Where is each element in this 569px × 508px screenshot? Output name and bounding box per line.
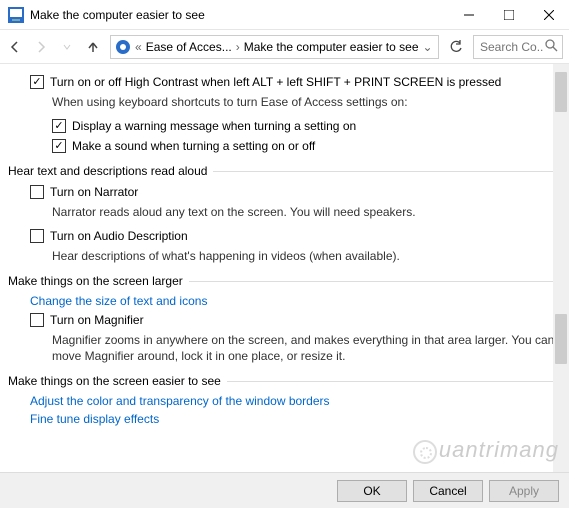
- search-icon: [545, 39, 559, 56]
- checkbox-high-contrast[interactable]: [30, 75, 44, 89]
- breadcrumb[interactable]: « Ease of Acces... › Make the computer e…: [110, 35, 439, 59]
- close-button[interactable]: [529, 0, 569, 30]
- recent-dropdown-icon[interactable]: [58, 38, 76, 56]
- checkbox-label: Display a warning message when turning a…: [72, 118, 356, 134]
- description-text: Magnifier zooms in anywhere on the scree…: [52, 332, 557, 364]
- content-area: Turn on or off High Contrast when left A…: [0, 64, 569, 472]
- checkbox-row[interactable]: Turn on Narrator: [30, 184, 557, 200]
- divider: [227, 381, 557, 382]
- apply-button[interactable]: Apply: [489, 480, 559, 502]
- scrollbar[interactable]: [553, 64, 569, 472]
- checkbox-label: Make a sound when turning a setting on o…: [72, 138, 315, 154]
- checkbox-row[interactable]: Turn on Audio Description: [30, 228, 557, 244]
- description-text: When using keyboard shortcuts to turn Ea…: [52, 94, 557, 110]
- checkbox-magnifier[interactable]: [30, 313, 44, 327]
- group-header: Hear text and descriptions read aloud: [8, 164, 207, 178]
- group-header: Make things on the screen easier to see: [8, 374, 221, 388]
- chevron-right-icon: ›: [236, 40, 240, 54]
- checkbox-row[interactable]: Make a sound when turning a setting on o…: [52, 138, 557, 154]
- footer: OK Cancel Apply: [0, 472, 569, 508]
- ok-button[interactable]: OK: [337, 480, 407, 502]
- scrollbar-thumb[interactable]: [555, 314, 567, 364]
- cancel-button[interactable]: Cancel: [413, 480, 483, 502]
- description-text: Narrator reads aloud any text on the scr…: [52, 204, 557, 220]
- nav-row: « Ease of Acces... › Make the computer e…: [0, 30, 569, 64]
- checkbox-audio-description[interactable]: [30, 229, 44, 243]
- checkbox-label: Turn on or off High Contrast when left A…: [50, 74, 501, 90]
- description-text: Hear descriptions of what's happening in…: [52, 248, 557, 264]
- up-button[interactable]: [84, 38, 102, 56]
- group-larger: Make things on the screen larger Change …: [8, 274, 557, 364]
- group-header: Make things on the screen larger: [8, 274, 183, 288]
- checkbox-warning[interactable]: [52, 119, 66, 133]
- refresh-button[interactable]: [447, 38, 465, 56]
- window-title: Make the computer easier to see: [30, 8, 449, 22]
- checkbox-sound[interactable]: [52, 139, 66, 153]
- checkbox-label: Turn on Magnifier: [50, 312, 144, 328]
- link-display-effects[interactable]: Fine tune display effects: [30, 412, 557, 426]
- link-change-text-size[interactable]: Change the size of text and icons: [30, 294, 557, 308]
- app-icon: [8, 7, 24, 23]
- scrollbar-thumb[interactable]: [555, 72, 567, 112]
- breadcrumb-item[interactable]: Make the computer easier to see: [244, 40, 419, 54]
- group-easier: Make things on the screen easier to see …: [8, 374, 557, 426]
- checkbox-label: Turn on Audio Description: [50, 228, 188, 244]
- control-panel-icon: [115, 37, 131, 57]
- maximize-button[interactable]: [489, 0, 529, 30]
- divider: [189, 281, 557, 282]
- title-bar: Make the computer easier to see: [0, 0, 569, 30]
- checkbox-row[interactable]: Turn on or off High Contrast when left A…: [30, 74, 557, 90]
- checkbox-narrator[interactable]: [30, 185, 44, 199]
- chevron-left-icon: «: [135, 40, 142, 54]
- group-narration: Hear text and descriptions read aloud Tu…: [8, 164, 557, 264]
- forward-button[interactable]: [32, 38, 50, 56]
- checkbox-row[interactable]: Turn on Magnifier: [30, 312, 557, 328]
- breadcrumb-item[interactable]: Ease of Acces...: [146, 40, 232, 54]
- minimize-button[interactable]: [449, 0, 489, 30]
- chevron-down-icon[interactable]: ⌄: [423, 40, 433, 54]
- checkbox-label: Turn on Narrator: [50, 184, 138, 200]
- checkbox-row[interactable]: Display a warning message when turning a…: [52, 118, 557, 134]
- back-button[interactable]: [6, 38, 24, 56]
- divider: [213, 171, 557, 172]
- link-adjust-color[interactable]: Adjust the color and transparency of the…: [30, 394, 557, 408]
